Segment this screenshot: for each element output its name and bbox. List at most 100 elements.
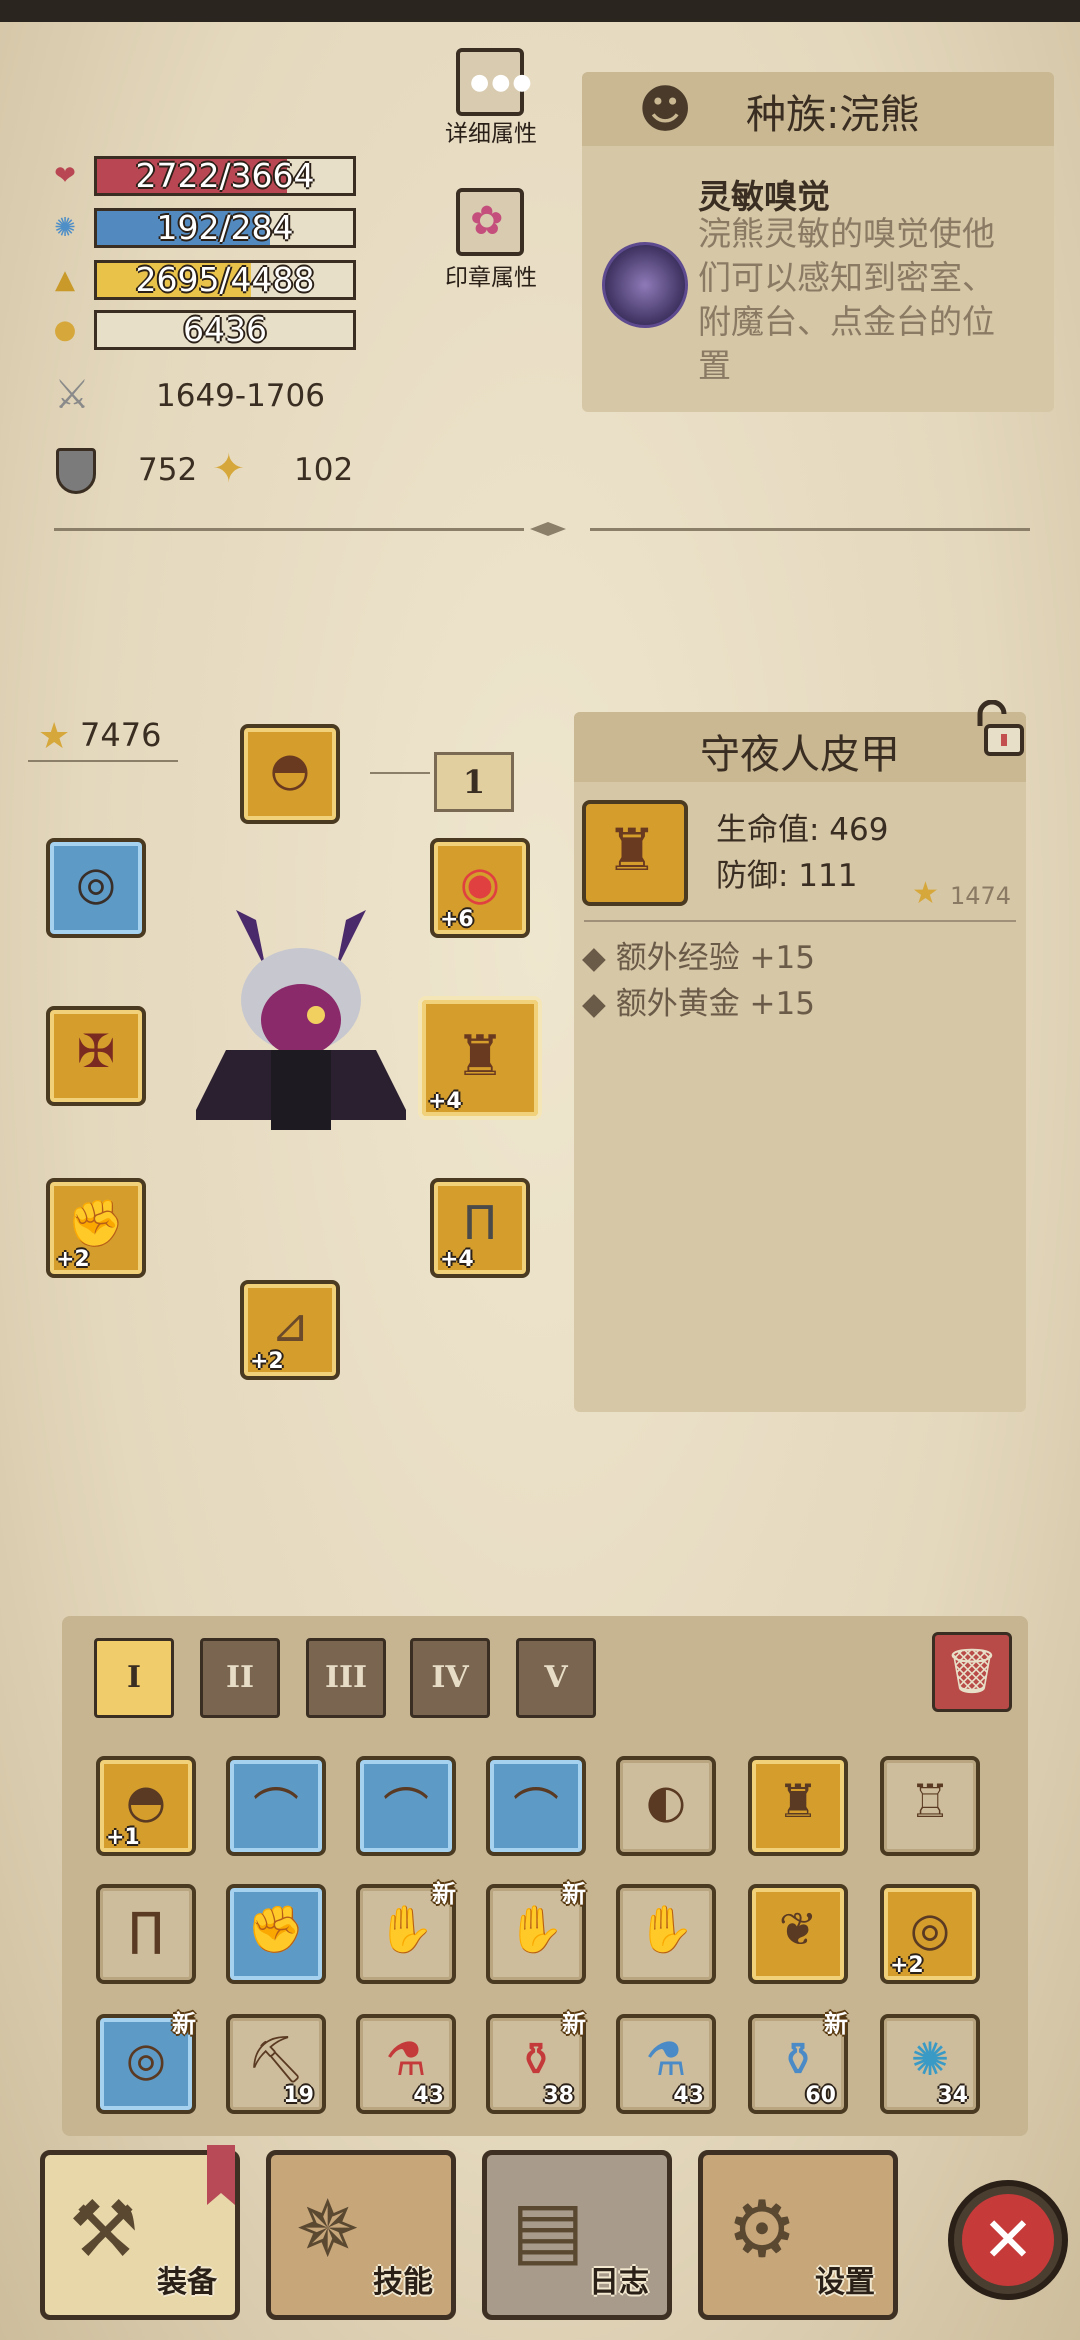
bag-item-count: 43 <box>413 2083 444 2108</box>
nav-settings-button[interactable]: ⚙ 设置 <box>698 2150 898 2320</box>
bag-item-ring[interactable]: ◎ +2 <box>880 1884 980 1984</box>
attack-swords-icon: ⚔ <box>54 372 90 418</box>
bookmark-icon <box>207 2145 235 2205</box>
seal-attrs-button[interactable]: ✿ <box>456 188 524 256</box>
detail-attrs-button[interactable]: ●●● <box>456 48 532 116</box>
ring-slot-left[interactable]: ◎ <box>46 838 146 938</box>
bag-item-greaves[interactable]: ∏ <box>96 1884 196 1984</box>
helmet-icon: ◓ <box>125 1774 167 1828</box>
new-badge: 新 <box>562 2010 586 2038</box>
bag-item-plate-armor[interactable]: ♖ <box>880 1756 980 1856</box>
gauntlet-icon: ✊ <box>67 1196 125 1250</box>
nav-equip-label: 装备 <box>157 2265 217 2300</box>
bag-item-red-potion-small[interactable]: ⚗ 43 <box>356 2014 456 2114</box>
raccoon-icon: ☻ <box>638 80 693 140</box>
close-button[interactable]: ✕ <box>948 2180 1068 2300</box>
leather-armor-icon: ♜ <box>777 1774 819 1828</box>
unlock-icon[interactable] <box>972 699 1026 758</box>
nav-log-label: 日志 <box>589 2265 649 2300</box>
equip-page-button[interactable]: 1 <box>434 752 514 812</box>
bag-item-claw-glove[interactable]: ✋ 新 <box>486 1880 586 1984</box>
gauntlet-icon: ✊ <box>247 1902 305 1956</box>
leather-armor-preview-icon: ♜ <box>606 816 658 884</box>
glove-slot[interactable]: ✊ +2 <box>46 1178 146 1278</box>
bag-tab-3[interactable]: III <box>306 1638 386 1718</box>
bag-item-pickaxe[interactable]: ⛏ 19 <box>226 2014 326 2114</box>
bag-item-helmet[interactable]: ◓ +1 <box>96 1756 196 1856</box>
ring-icon: ◎ <box>125 2032 167 2086</box>
item-detail-panel: 守夜人皮甲 ♜ 生命值: 469 防御: 111 ★ 1474 ◆ 额外经验 +… <box>574 712 1026 1412</box>
bag-item-gauntlet[interactable]: ✊ <box>226 1884 326 1984</box>
defense-value: 752 <box>138 452 198 488</box>
top-edge <box>0 0 1080 22</box>
nav-skill-button[interactable]: ✵ 技能 <box>266 2150 456 2320</box>
bag-item-count: 34 <box>937 2083 968 2108</box>
glove-level: +2 <box>56 1247 90 1272</box>
pants-slot[interactable]: Π +4 <box>430 1178 530 1278</box>
divider-left <box>54 528 524 531</box>
extra-gold-text: 额外黄金 +15 <box>615 986 815 1022</box>
bag-item-iron-helmet[interactable]: ◐ <box>616 1756 716 1856</box>
item-name: 守夜人皮甲 <box>700 732 900 778</box>
bag-item-hat[interactable]: ⌒ <box>356 1756 456 1856</box>
bag-tab-1[interactable]: I <box>94 1638 174 1718</box>
claw-glove-icon: ✋ <box>507 1902 565 1956</box>
heart-icon: ❤ <box>54 161 76 191</box>
exp-bar: 2695/4488 <box>94 260 356 300</box>
skill-name: 灵敏嗅觉 <box>698 177 830 216</box>
bag-item-hat[interactable]: ⌒ <box>486 1756 586 1856</box>
helmet-icon: ◓ <box>269 742 311 796</box>
ring-icon: ◎ <box>909 1902 951 1956</box>
weapon-slot[interactable]: ✠ <box>46 1006 146 1106</box>
luck-icon: ✦ <box>212 446 246 492</box>
gold-row: ● 6436 <box>50 308 356 352</box>
race-title: 种族:浣熊 <box>746 92 920 138</box>
gold-bar: 6436 <box>94 310 356 350</box>
armor-slot[interactable]: ♜ +4 <box>418 996 542 1120</box>
red-potion-small-icon: ⚗ <box>385 2032 427 2086</box>
exp-value: 2695/4488 <box>135 260 315 299</box>
bag-tab-4[interactable]: IV <box>410 1638 490 1718</box>
map-scroll-icon: ✺ <box>910 2032 950 2086</box>
trash-icon[interactable]: 🗑 <box>932 1632 1012 1712</box>
bag-item-blue-potion-large[interactable]: ⚱ 60 新 <box>748 2010 848 2114</box>
item-def: 防御: 111 <box>716 858 858 894</box>
plate-armor-icon: ♖ <box>909 1774 951 1828</box>
dots-icon: ●●● <box>470 70 534 95</box>
greaves-icon: ∏ <box>128 1902 164 1956</box>
bag-item-red-potion-large[interactable]: ⚱ 38 新 <box>486 2010 586 2114</box>
shield-icon <box>56 448 96 494</box>
blue-potion-large-icon: ⚱ <box>778 2032 818 2086</box>
new-badge: 新 <box>562 1880 586 1908</box>
new-badge: 新 <box>172 2010 196 2038</box>
bag-item-hat[interactable]: ⌒ <box>226 1756 326 1856</box>
ring-slot-right[interactable]: ◉ +6 <box>430 838 530 938</box>
bag-item-leather-armor[interactable]: ♜ <box>748 1756 848 1856</box>
hp-value: 2722/3664 <box>135 156 315 195</box>
bag-tab-5[interactable]: V <box>516 1638 596 1718</box>
extra-exp: ◆ 额外经验 +15 <box>582 940 815 976</box>
bag-item-claw-glove[interactable]: ✋ <box>616 1884 716 1984</box>
nav-equip-button[interactable]: ⚒ 装备 <box>40 2145 240 2320</box>
item-score: 1474 <box>950 882 1012 910</box>
bag-item-ring[interactable]: ◎ 新 <box>96 2010 196 2114</box>
flower-icon: ✿ <box>470 198 504 244</box>
mp-row: ✺ 192/284 <box>50 206 356 250</box>
bag-item-blue-potion-small[interactable]: ⚗ 43 <box>616 2014 716 2114</box>
amulet-icon: ❦ <box>778 1902 818 1956</box>
nav-log-button[interactable]: ▤ 日志 <box>482 2150 672 2320</box>
bag-item-amulet[interactable]: ❦ <box>748 1884 848 1984</box>
item-divider <box>584 920 1016 922</box>
gold-coins-icon: ● <box>53 315 77 345</box>
bag-item-map-scroll[interactable]: ✺ 34 <box>880 2014 980 2114</box>
exp-row: ▲ 2695/4488 <box>50 258 356 302</box>
boots-slot[interactable]: ⊿ +2 <box>240 1280 340 1380</box>
helmet-slot[interactable]: ◓ <box>240 724 340 824</box>
bag-tab-2[interactable]: II <box>200 1638 280 1718</box>
bag-item-level: +1 <box>106 1825 140 1850</box>
bag-item-claw-glove[interactable]: ✋ 新 <box>356 1880 456 1984</box>
attack-value: 1649-1706 <box>156 378 325 414</box>
hat-icon: ⌒ <box>513 1783 559 1837</box>
pants-level: +4 <box>440 1247 474 1272</box>
pants-icon: Π <box>462 1196 498 1250</box>
